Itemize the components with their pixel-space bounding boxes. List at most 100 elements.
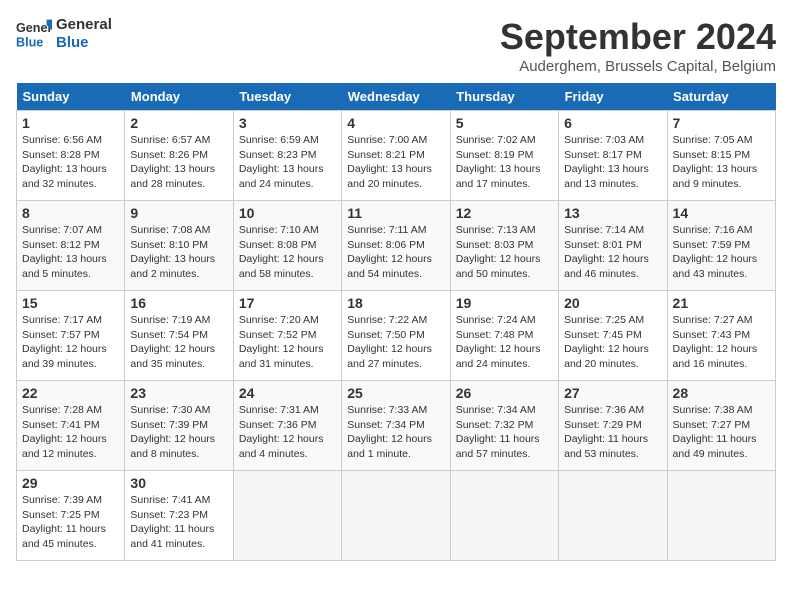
column-header-wednesday: Wednesday [342, 83, 450, 111]
calendar-cell: 24 Sunrise: 7:31 AMSunset: 7:36 PMDayligh… [233, 381, 341, 471]
calendar-week-5: 29 Sunrise: 7:39 AMSunset: 7:25 PMDayligh… [17, 471, 776, 561]
calendar-cell: 29 Sunrise: 7:39 AMSunset: 7:25 PMDayligh… [17, 471, 125, 561]
calendar-cell: 20 Sunrise: 7:25 AMSunset: 7:45 PMDayligh… [559, 291, 667, 381]
day-detail: Sunrise: 7:41 AMSunset: 7:23 PMDaylight:… [130, 493, 227, 552]
day-detail: Sunrise: 7:39 AMSunset: 7:25 PMDaylight:… [22, 493, 119, 552]
page-header: General Blue General Blue September 2024… [16, 16, 776, 75]
calendar-cell: 12 Sunrise: 7:13 AMSunset: 8:03 PMDayligh… [450, 201, 558, 291]
logo: General Blue General Blue [16, 16, 112, 52]
day-detail: Sunrise: 7:02 AMSunset: 8:19 PMDaylight:… [456, 133, 553, 192]
calendar-cell: 14Sunrise: 7:16 AMSunset: 7:59 PMDayligh… [667, 201, 775, 291]
calendar-cell: 16 Sunrise: 7:19 AMSunset: 7:54 PMDayligh… [125, 291, 233, 381]
calendar-cell [450, 471, 558, 561]
calendar-cell: 26 Sunrise: 7:34 AMSunset: 7:32 PMDayligh… [450, 381, 558, 471]
column-header-sunday: Sunday [17, 83, 125, 111]
calendar-cell: 10 Sunrise: 7:10 AMSunset: 8:08 PMDayligh… [233, 201, 341, 291]
day-number: 7 [673, 115, 770, 131]
day-detail: Sunrise: 7:03 AMSunset: 8:17 PMDaylight:… [564, 133, 661, 192]
calendar-cell: 11 Sunrise: 7:11 AMSunset: 8:06 PMDayligh… [342, 201, 450, 291]
day-detail: Sunrise: 7:30 AMSunset: 7:39 PMDaylight:… [130, 403, 227, 462]
svg-text:Blue: Blue [16, 36, 43, 50]
day-number: 15 [22, 295, 119, 311]
calendar-cell: 13 Sunrise: 7:14 AMSunset: 8:01 PMDayligh… [559, 201, 667, 291]
column-header-thursday: Thursday [450, 83, 558, 111]
day-number: 9 [130, 205, 227, 221]
calendar-body: 1 Sunrise: 6:56 AMSunset: 8:28 PMDaylight… [17, 111, 776, 561]
day-number: 11 [347, 205, 444, 221]
calendar-cell: 6 Sunrise: 7:03 AMSunset: 8:17 PMDaylight… [559, 111, 667, 201]
day-detail: Sunrise: 7:33 AMSunset: 7:34 PMDaylight:… [347, 403, 444, 462]
day-number: 6 [564, 115, 661, 131]
day-detail: Sunrise: 7:25 AMSunset: 7:45 PMDaylight:… [564, 313, 661, 372]
calendar-cell [233, 471, 341, 561]
calendar-cell: 22 Sunrise: 7:28 AMSunset: 7:41 PMDayligh… [17, 381, 125, 471]
calendar-cell: 21Sunrise: 7:27 AMSunset: 7:43 PMDayligh… [667, 291, 775, 381]
day-detail: Sunrise: 6:59 AMSunset: 8:23 PMDaylight:… [239, 133, 336, 192]
day-number: 29 [22, 475, 119, 491]
calendar-week-1: 1 Sunrise: 6:56 AMSunset: 8:28 PMDaylight… [17, 111, 776, 201]
day-number: 26 [456, 385, 553, 401]
calendar-cell [667, 471, 775, 561]
calendar-cell: 9Sunrise: 7:08 AMSunset: 8:10 PMDaylight… [125, 201, 233, 291]
day-number: 10 [239, 205, 336, 221]
calendar-cell: 4 Sunrise: 7:00 AMSunset: 8:21 PMDaylight… [342, 111, 450, 201]
day-detail: Sunrise: 7:11 AMSunset: 8:06 PMDaylight:… [347, 223, 444, 282]
location-subtitle: Auderghem, Brussels Capital, Belgium [500, 58, 776, 75]
calendar-cell: 30Sunrise: 7:41 AMSunset: 7:23 PMDayligh… [125, 471, 233, 561]
day-detail: Sunrise: 7:28 AMSunset: 7:41 PMDaylight:… [22, 403, 119, 462]
day-detail: Sunrise: 7:16 AMSunset: 7:59 PMDaylight:… [673, 223, 770, 282]
column-header-tuesday: Tuesday [233, 83, 341, 111]
calendar-cell: 19Sunrise: 7:24 AMSunset: 7:48 PMDayligh… [450, 291, 558, 381]
day-detail: Sunrise: 7:36 AMSunset: 7:29 PMDaylight:… [564, 403, 661, 462]
calendar-week-3: 15Sunrise: 7:17 AMSunset: 7:57 PMDayligh… [17, 291, 776, 381]
calendar-cell: 5 Sunrise: 7:02 AMSunset: 8:19 PMDaylight… [450, 111, 558, 201]
day-number: 22 [22, 385, 119, 401]
calendar-table: SundayMondayTuesdayWednesdayThursdayFrid… [16, 83, 776, 561]
calendar-cell: 18Sunrise: 7:22 AMSunset: 7:50 PMDayligh… [342, 291, 450, 381]
day-detail: Sunrise: 7:10 AMSunset: 8:08 PMDaylight:… [239, 223, 336, 282]
column-header-monday: Monday [125, 83, 233, 111]
day-number: 19 [456, 295, 553, 311]
calendar-cell: 25 Sunrise: 7:33 AMSunset: 7:34 PMDayligh… [342, 381, 450, 471]
day-number: 1 [22, 115, 119, 131]
day-number: 12 [456, 205, 553, 221]
calendar-cell [559, 471, 667, 561]
day-number: 3 [239, 115, 336, 131]
day-number: 23 [130, 385, 227, 401]
calendar-cell [342, 471, 450, 561]
logo-text-general: General [56, 16, 112, 34]
logo-text-blue: Blue [56, 34, 112, 52]
day-number: 4 [347, 115, 444, 131]
day-number: 20 [564, 295, 661, 311]
calendar-week-2: 8Sunrise: 7:07 AMSunset: 8:12 PMDaylight… [17, 201, 776, 291]
day-detail: Sunrise: 7:00 AMSunset: 8:21 PMDaylight:… [347, 133, 444, 192]
column-header-friday: Friday [559, 83, 667, 111]
day-detail: Sunrise: 7:38 AMSunset: 7:27 PMDaylight:… [673, 403, 770, 462]
day-detail: Sunrise: 7:34 AMSunset: 7:32 PMDaylight:… [456, 403, 553, 462]
day-detail: Sunrise: 7:05 AMSunset: 8:15 PMDaylight:… [673, 133, 770, 192]
title-area: September 2024 Auderghem, Brussels Capit… [500, 16, 776, 75]
day-number: 24 [239, 385, 336, 401]
calendar-cell: 1 Sunrise: 6:56 AMSunset: 8:28 PMDaylight… [17, 111, 125, 201]
calendar-cell: 3 Sunrise: 6:59 AMSunset: 8:23 PMDaylight… [233, 111, 341, 201]
day-number: 27 [564, 385, 661, 401]
day-detail: Sunrise: 7:14 AMSunset: 8:01 PMDaylight:… [564, 223, 661, 282]
calendar-cell: 17 Sunrise: 7:20 AMSunset: 7:52 PMDayligh… [233, 291, 341, 381]
calendar-cell: 8Sunrise: 7:07 AMSunset: 8:12 PMDaylight… [17, 201, 125, 291]
day-detail: Sunrise: 7:31 AMSunset: 7:36 PMDaylight:… [239, 403, 336, 462]
day-detail: Sunrise: 6:56 AMSunset: 8:28 PMDaylight:… [22, 133, 119, 192]
calendar-cell: 15Sunrise: 7:17 AMSunset: 7:57 PMDayligh… [17, 291, 125, 381]
day-detail: Sunrise: 7:19 AMSunset: 7:54 PMDaylight:… [130, 313, 227, 372]
day-number: 25 [347, 385, 444, 401]
day-number: 28 [673, 385, 770, 401]
calendar-cell: 2Sunrise: 6:57 AMSunset: 8:26 PMDaylight… [125, 111, 233, 201]
day-number: 17 [239, 295, 336, 311]
day-detail: Sunrise: 7:07 AMSunset: 8:12 PMDaylight:… [22, 223, 119, 282]
day-detail: Sunrise: 7:20 AMSunset: 7:52 PMDaylight:… [239, 313, 336, 372]
day-detail: Sunrise: 6:57 AMSunset: 8:26 PMDaylight:… [130, 133, 227, 192]
day-number: 13 [564, 205, 661, 221]
day-number: 5 [456, 115, 553, 131]
logo-icon: General Blue [16, 16, 52, 52]
day-detail: Sunrise: 7:13 AMSunset: 8:03 PMDaylight:… [456, 223, 553, 282]
day-number: 16 [130, 295, 227, 311]
